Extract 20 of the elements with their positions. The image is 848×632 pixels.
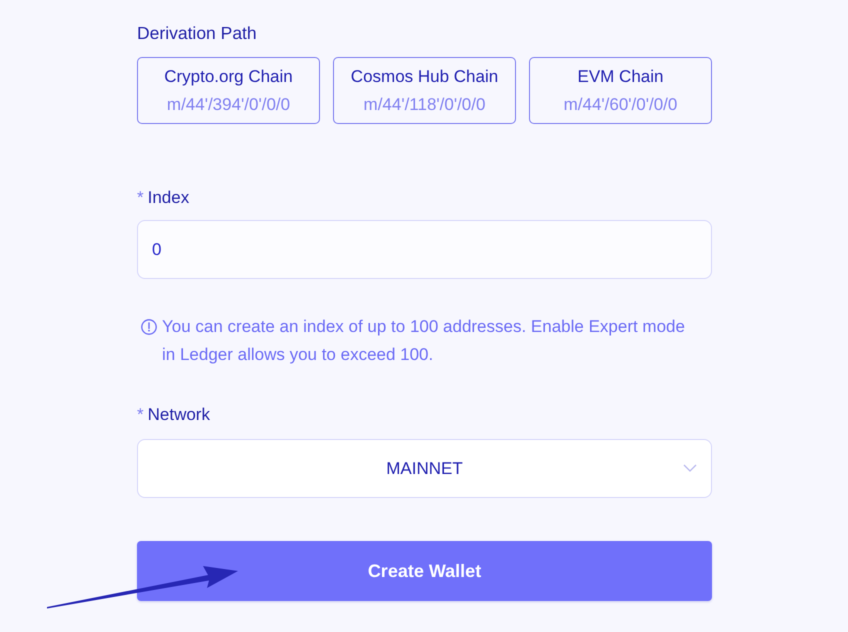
derivation-path-text: m/44'/60'/0'/0/0 bbox=[564, 94, 678, 116]
required-mark: * bbox=[137, 404, 144, 426]
required-mark: * bbox=[137, 187, 144, 209]
index-input-field[interactable]: 0 bbox=[137, 220, 712, 279]
chevron-down-icon bbox=[683, 464, 697, 472]
field-label: Network bbox=[148, 404, 210, 426]
create-wallet-button[interactable]: Create Wallet bbox=[137, 541, 712, 601]
section-label: Derivation Path bbox=[137, 22, 257, 45]
chain-name: Cosmos Hub Chain bbox=[350, 66, 498, 88]
hint-text: You can create an index of up to 100 addresses. Enable Expert mode in Ledger allows you to exceed 100. bbox=[162, 316, 686, 366]
chain-name: EVM Chain bbox=[578, 66, 664, 88]
derivation-path-text: m/44'/394'/0'/0/0 bbox=[166, 94, 290, 116]
network-select[interactable]: MAINNET bbox=[137, 439, 712, 498]
field-label: Index bbox=[148, 187, 190, 209]
derivation-option[interactable]: EVM Chain m/44'/60'/0'/0/0 bbox=[529, 57, 712, 124]
derivation-path-text: m/44'/118'/0'/0/0 bbox=[364, 94, 486, 116]
derivation-option[interactable]: Cosmos Hub Chain m/44'/118'/0'/0/0 bbox=[333, 57, 516, 124]
chain-name: Crypto.org Chain bbox=[164, 66, 293, 88]
derivation-option[interactable]: Crypto.org Chain m/44'/394'/0'/0/0 bbox=[137, 57, 320, 124]
info-icon bbox=[141, 319, 157, 335]
